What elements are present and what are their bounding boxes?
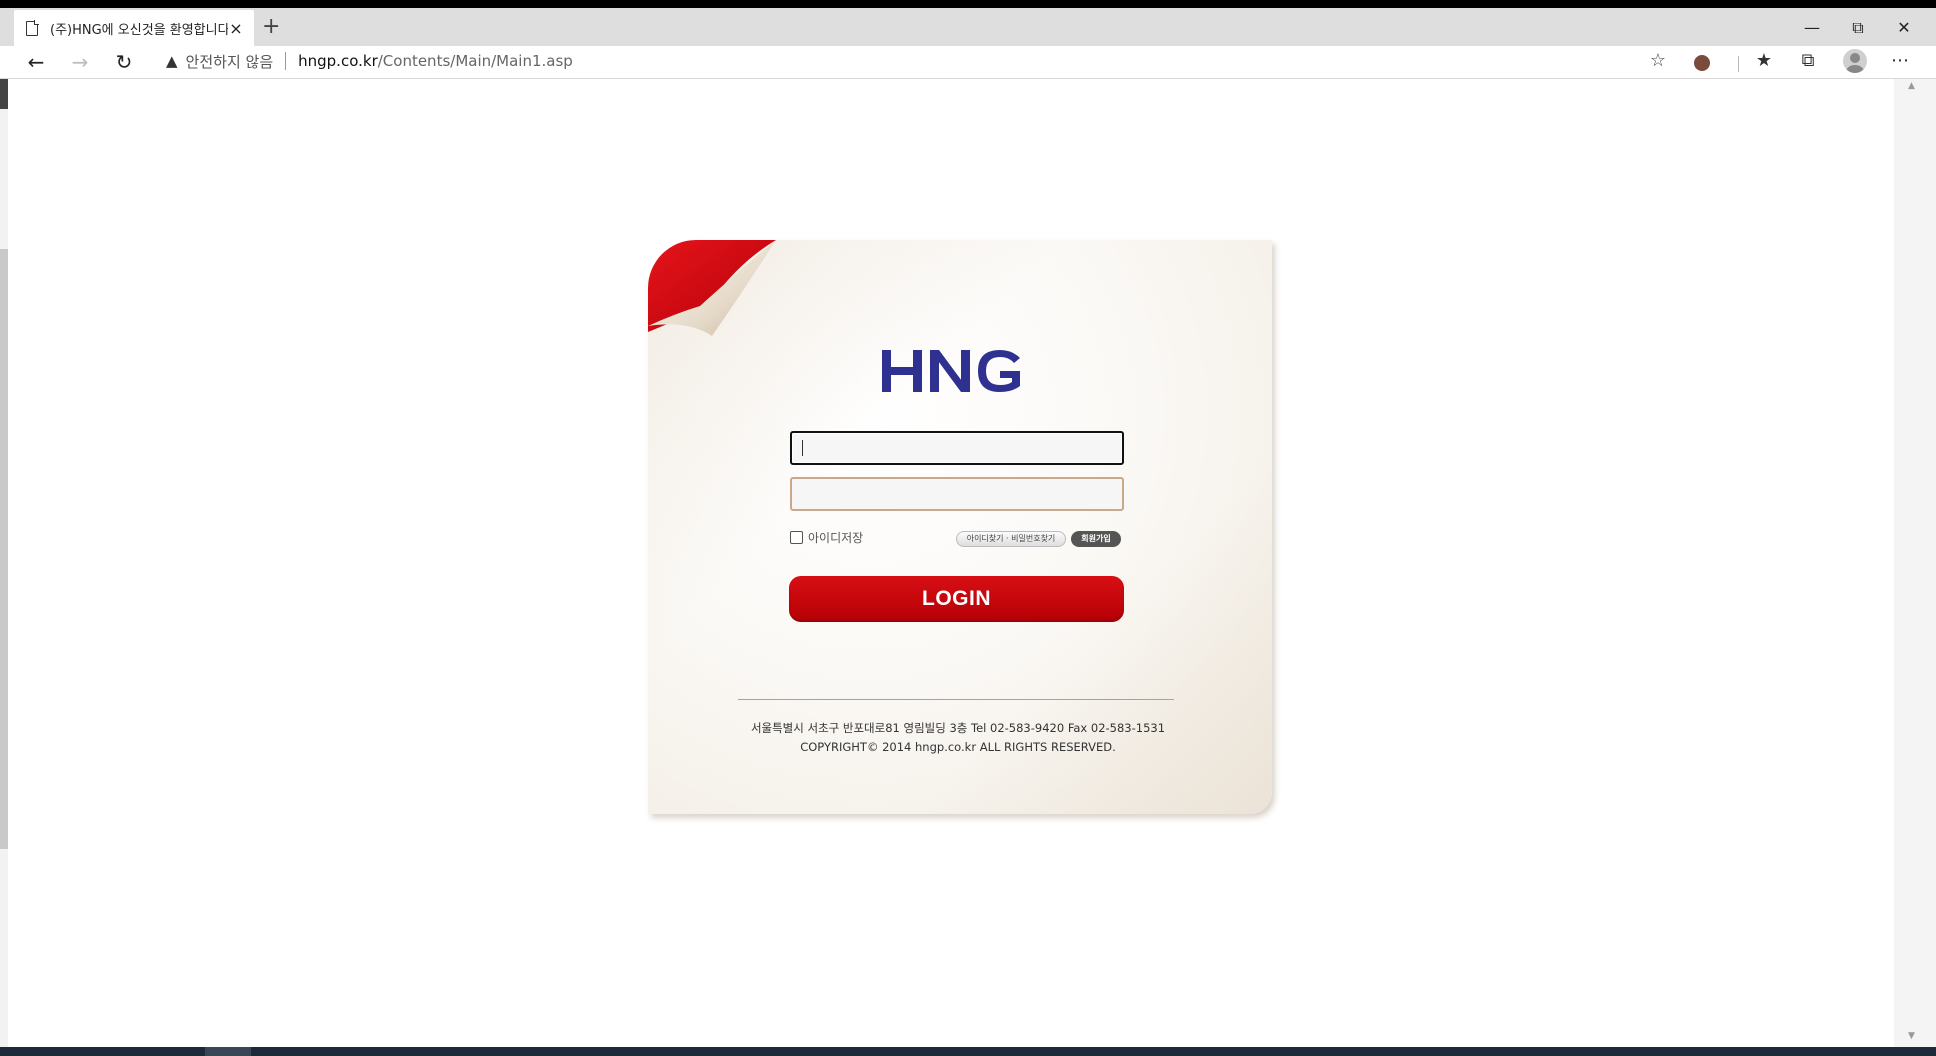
company-address: 서울특별시 서초구 반포대로81 영림빌딩 3층 Tel 02-583-9420… [750, 721, 1166, 735]
left-edge-dark [0, 79, 8, 109]
find-id-password-button[interactable]: 아이디찾기 · 비밀번호찾기 [956, 531, 1066, 547]
footer-divider [738, 699, 1174, 700]
password-input[interactable] [792, 479, 1122, 509]
scroll-down-icon[interactable]: ▼ [1908, 1031, 1915, 1041]
reload-icon[interactable]: ↻ [110, 48, 138, 76]
remember-checkbox[interactable] [790, 531, 803, 544]
url-path[interactable]: /Contents/Main/Main1.asp [378, 52, 573, 70]
active-tab[interactable]: (주)HNG에 오신것을 환영합니다 × [14, 10, 254, 46]
address-separator [285, 52, 287, 70]
remember-label[interactable]: 아이디저장 [808, 529, 863, 546]
collections-icon[interactable]: ⧉ [1794, 50, 1822, 71]
vertical-scrollbar[interactable]: ▲ ▼ [1894, 79, 1936, 1047]
scroll-up-icon[interactable]: ▲ [1908, 81, 1915, 91]
taskbar [0, 1047, 1936, 1056]
user-id-input[interactable] [792, 433, 1122, 463]
more-menu-icon[interactable]: ⋯ [1886, 50, 1914, 71]
profile-icon[interactable] [1843, 49, 1867, 73]
forward-icon[interactable]: → [66, 48, 94, 76]
tab-bar: (주)HNG에 오신것을 환영합니다 × + — ⧉ ✕ [0, 8, 1936, 46]
left-edge-mid [0, 249, 8, 849]
toolbar-border [0, 78, 1936, 79]
copyright-text: COPYRIGHT© 2014 hngp.co.kr ALL RIGHTS RE… [800, 740, 1116, 754]
navigation-bar: ← → ↻ ▲ 안전하지 않음 hngp.co.kr /Contents/Mai… [0, 46, 1936, 78]
restore-icon[interactable]: ⧉ [1838, 18, 1878, 38]
toolbar-divider [1738, 56, 1739, 72]
favorites-icon[interactable]: ★ [1750, 50, 1778, 71]
new-tab-icon[interactable]: + [262, 16, 280, 38]
url-host[interactable]: hngp.co.kr [298, 52, 378, 70]
back-icon[interactable]: ← [22, 48, 50, 76]
favorite-star-icon[interactable]: ☆ [1650, 50, 1666, 71]
password-field[interactable] [790, 477, 1124, 511]
left-edge [0, 79, 8, 1047]
page-curl-icon [648, 240, 776, 336]
tab-title: (주)HNG에 오신것을 환영합니다 [50, 22, 228, 38]
login-button[interactable]: LOGIN [789, 576, 1124, 622]
address-bar[interactable]: ▲ 안전하지 않음 hngp.co.kr /Contents/Main/Main… [152, 46, 1678, 76]
text-caret [802, 440, 803, 456]
remember-id[interactable]: 아이디저장 [790, 529, 863, 546]
taskbar-item[interactable] [205, 1047, 251, 1056]
tab-close-icon[interactable]: × [228, 19, 244, 38]
user-id-field[interactable] [790, 431, 1124, 465]
warning-icon[interactable]: ▲ [166, 52, 178, 70]
login-card: 아이디저장 아이디찾기 · 비밀번호찾기 회원가입 LOGIN 서울특별시 서초… [648, 240, 1272, 814]
extension-icon[interactable] [1694, 55, 1710, 71]
security-label[interactable]: 안전하지 않음 [186, 51, 274, 72]
window-close-icon[interactable]: ✕ [1884, 18, 1924, 37]
hng-logo [882, 350, 1020, 392]
join-button[interactable]: 회원가입 [1071, 531, 1121, 547]
minimize-icon[interactable]: — [1792, 18, 1832, 37]
page-icon [26, 20, 39, 36]
window-top-strip [0, 0, 1936, 8]
